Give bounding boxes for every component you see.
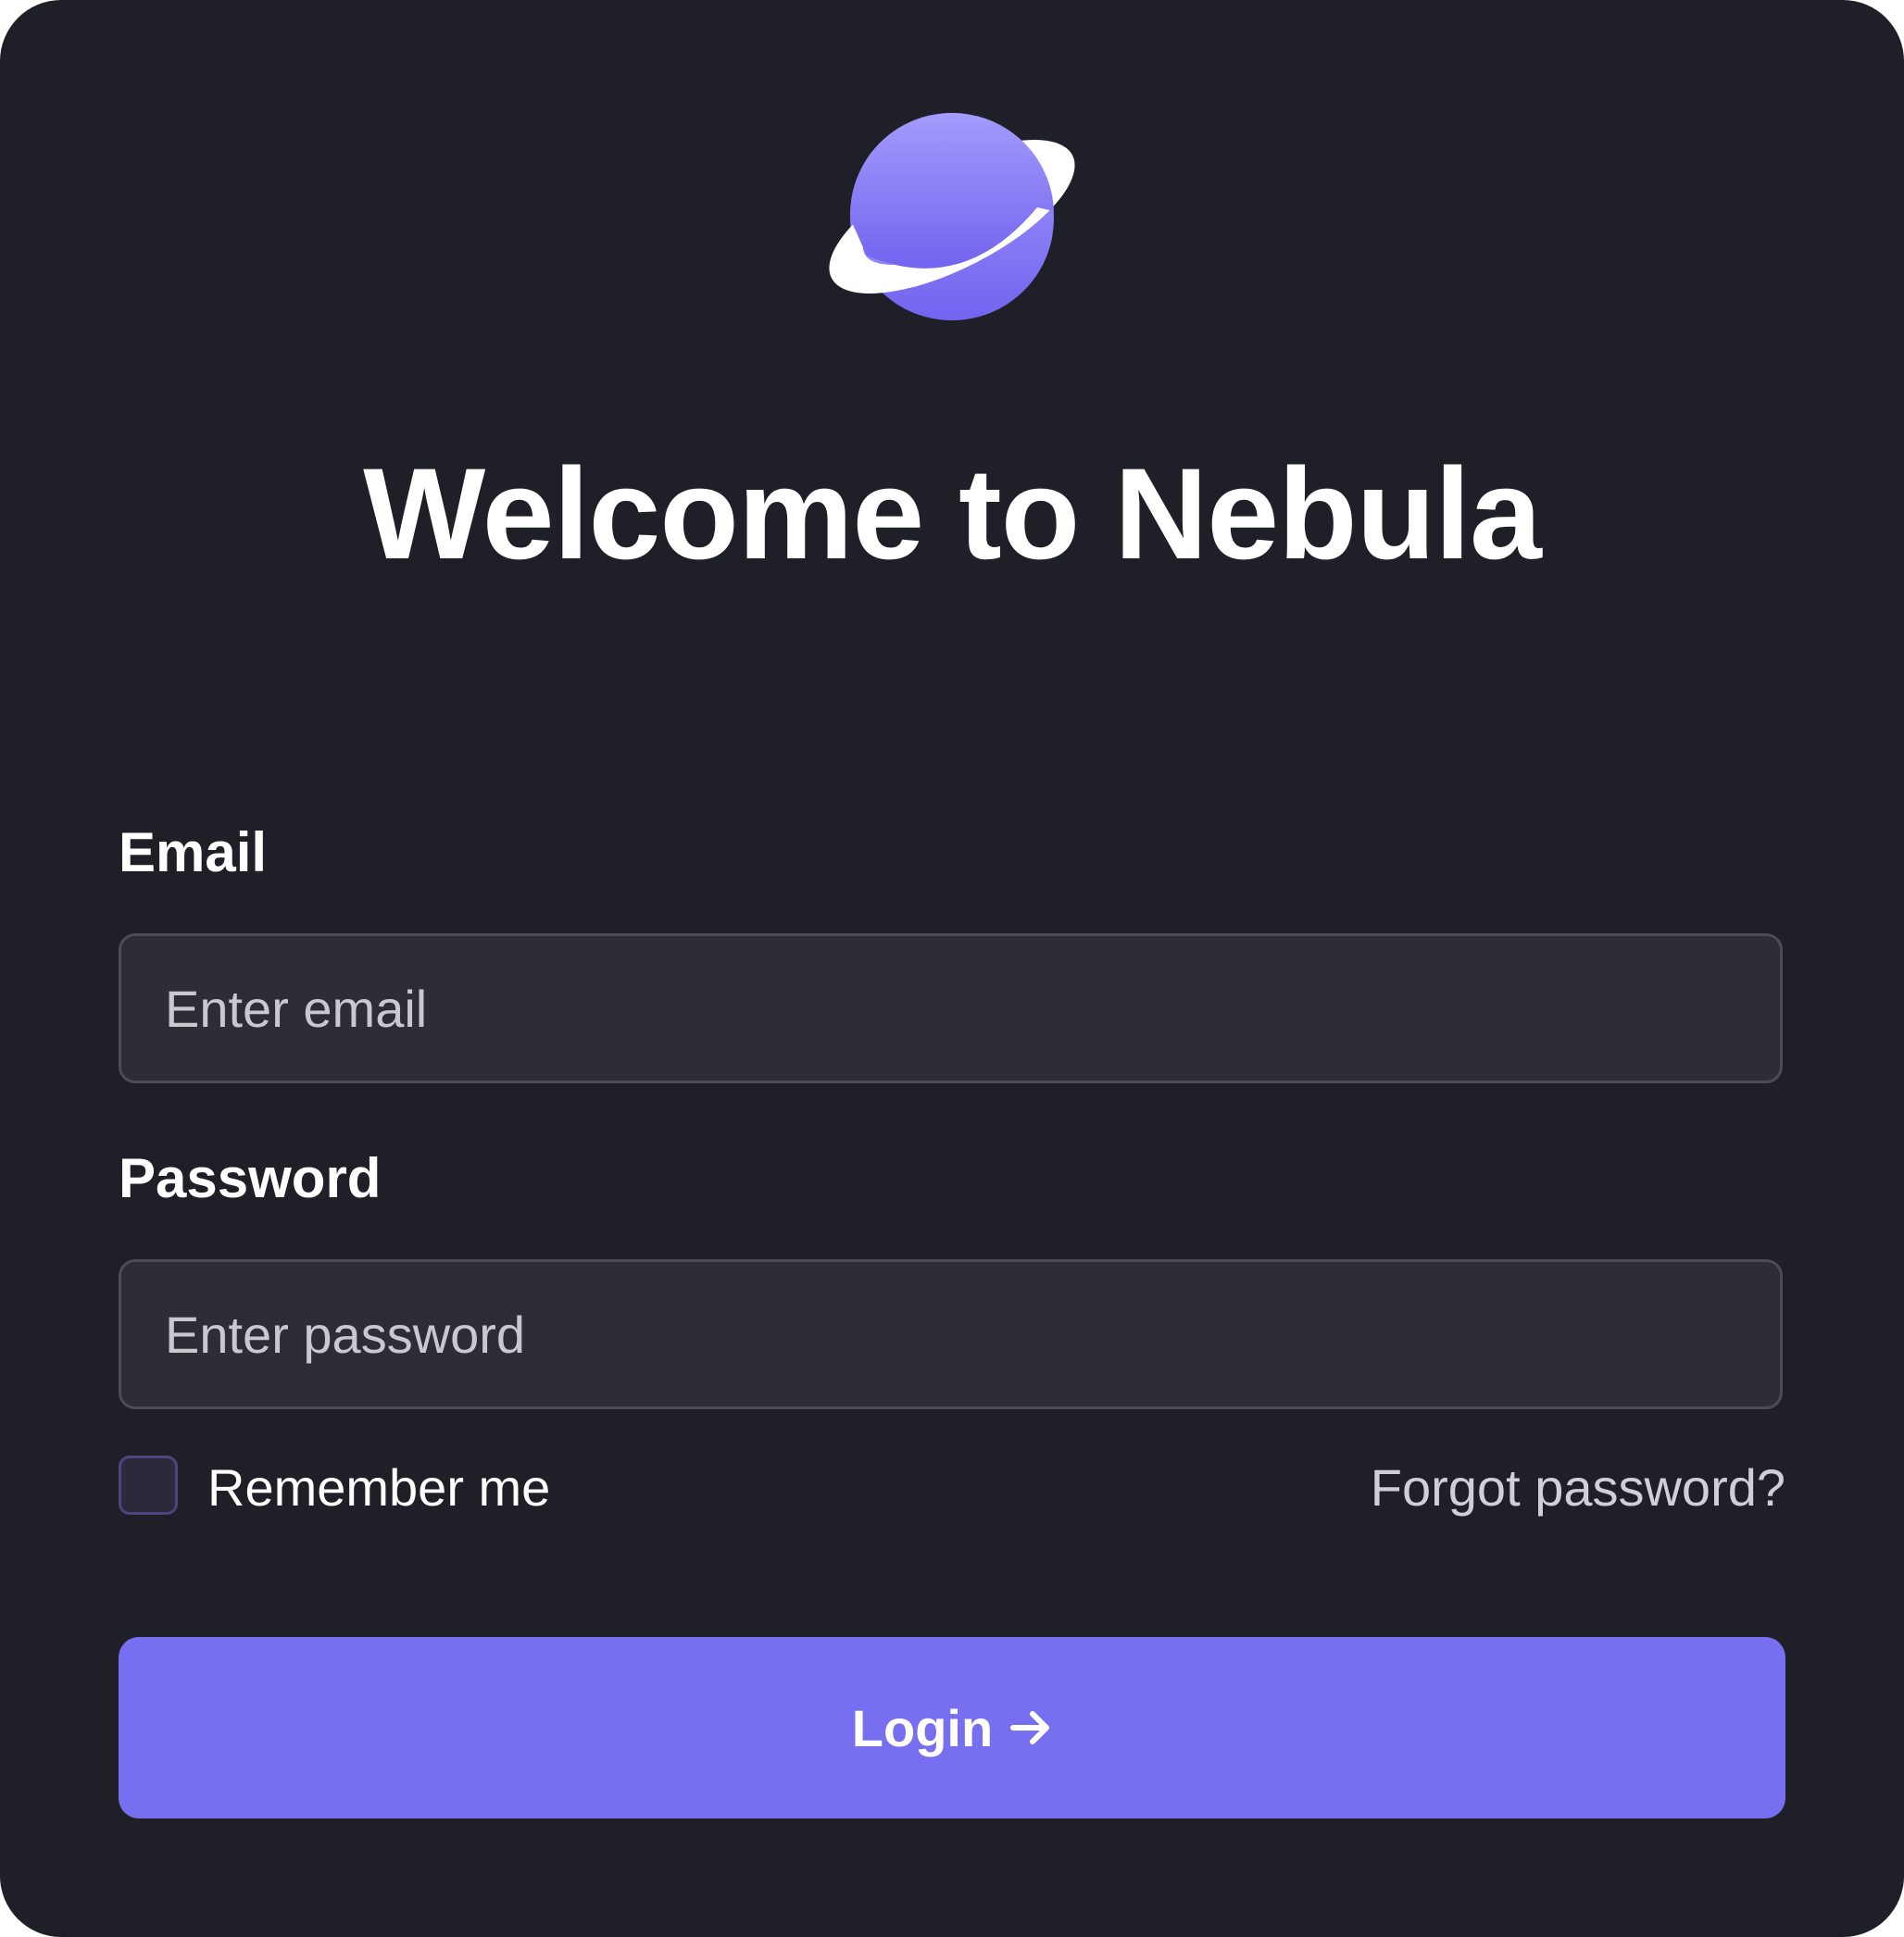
remember-me-label[interactable]: Remember me — [207, 1456, 550, 1520]
page-title: Welcome to Nebula — [363, 441, 1542, 586]
planet-logo-icon — [815, 111, 1089, 330]
arrow-right-icon — [1009, 1706, 1052, 1749]
password-field[interactable] — [119, 1259, 1783, 1409]
email-label: Email — [119, 821, 268, 883]
login-button-label: Login — [851, 1698, 994, 1757]
remember-me-checkbox[interactable] — [119, 1456, 178, 1515]
login-card: Welcome to Nebula Email Password Remembe… — [0, 0, 1904, 1937]
forgot-password-link[interactable]: Forgot password? — [1371, 1456, 1785, 1520]
password-label: Password — [119, 1147, 382, 1209]
login-button[interactable]: Login — [119, 1637, 1785, 1818]
email-field[interactable] — [119, 933, 1783, 1083]
